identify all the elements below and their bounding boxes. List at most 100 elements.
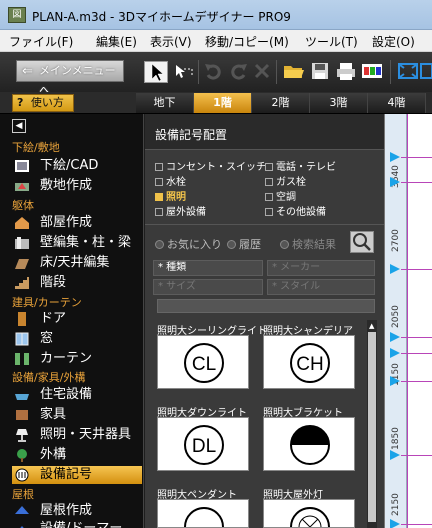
zoom-icon[interactable] xyxy=(420,61,432,83)
sidebar-item-floor-ceiling[interactable]: 床/天井編集 xyxy=(12,254,142,272)
select-pointer-icon[interactable] xyxy=(144,61,168,83)
room-icon xyxy=(14,216,30,230)
floor-tab-3f[interactable]: 3階 xyxy=(310,93,368,113)
site-icon xyxy=(14,179,30,193)
category-other[interactable]: その他設備 xyxy=(265,203,326,218)
floor-tab-basement[interactable]: 地下 xyxy=(136,93,194,113)
ruler-tick: 1850 xyxy=(391,427,401,450)
sidebar-item-roof[interactable]: 屋根作成 xyxy=(12,502,142,520)
sidebar-item-stairs[interactable]: 階段 xyxy=(12,274,142,292)
cad-icon xyxy=(14,159,30,173)
sidebar-item-housing-equipment[interactable]: 住宅設備 xyxy=(12,386,142,404)
sidebar-item-curtain[interactable]: カーテン xyxy=(12,350,142,368)
guide-line xyxy=(401,182,432,183)
main-menu-button[interactable]: ⇐ メインメニューへ xyxy=(16,60,124,97)
open-folder-icon[interactable] xyxy=(282,61,306,83)
panel-title: 設備記号配置 xyxy=(155,128,228,142)
category-lighting[interactable]: 照明 xyxy=(155,188,186,203)
undo-icon[interactable] xyxy=(202,61,226,83)
category-phone-tv[interactable]: 電話・テレビ xyxy=(265,158,336,173)
source-history[interactable]: 履歴 xyxy=(227,236,261,252)
menu-view[interactable]: 表示(V) xyxy=(150,33,192,50)
sidebar-item-room[interactable]: 部屋作成 xyxy=(12,214,142,232)
keyword-bar[interactable] xyxy=(157,299,375,313)
ruler-marker-icon[interactable] xyxy=(390,450,400,460)
category-underlay: 下絵/敷地 xyxy=(12,141,60,154)
category-aircon[interactable]: 空調 xyxy=(265,188,296,203)
print-icon[interactable] xyxy=(334,61,358,83)
furniture-icon xyxy=(14,408,30,422)
search-icon[interactable] xyxy=(350,231,374,253)
sidebar-item-site[interactable]: 敷地作成 xyxy=(12,177,142,195)
menu-tools[interactable]: ツール(T) xyxy=(305,33,358,50)
sidebar-item-dormer[interactable]: 設備/ドーマー xyxy=(12,520,142,528)
floor-bar: ? 使い方 地下 1階 2階 3階 4階 xyxy=(0,92,432,114)
panel-header: 設備記号配置 xyxy=(145,114,384,150)
back-arrow-icon: ⇐ xyxy=(22,64,33,79)
plan-canvas[interactable]: 3640 2700 2050 1150 1850 2150 xyxy=(384,114,432,528)
guide-line xyxy=(401,524,432,525)
multi-select-icon[interactable] xyxy=(172,61,196,83)
tile-outdoor-light[interactable] xyxy=(263,499,355,528)
floor-icon xyxy=(14,256,30,270)
sidebar-item-wall[interactable]: 壁編集・柱・梁 xyxy=(12,234,142,252)
sidebar-item-label: 外構 xyxy=(40,447,67,462)
tile-ceiling-light[interactable]: CL xyxy=(157,335,249,389)
save-icon[interactable] xyxy=(308,61,332,83)
category-faucet[interactable]: 水栓 xyxy=(155,173,186,188)
app-icon: 図 xyxy=(8,7,26,23)
ruler-marker-icon[interactable] xyxy=(390,177,400,187)
ruler-marker-icon[interactable] xyxy=(390,264,400,274)
source-favorites[interactable]: お気に入り xyxy=(155,236,222,252)
sidebar-item-label: 部屋作成 xyxy=(40,215,93,230)
sidebar-item-underlay-cad[interactable]: 下絵/CAD xyxy=(12,157,142,175)
collapse-sidebar-icon[interactable]: ◀ xyxy=(12,119,26,133)
sidebar-item-furniture[interactable]: 家具 xyxy=(12,406,142,424)
menu-settings[interactable]: 設定(O) xyxy=(372,33,415,50)
ruler-marker-icon[interactable] xyxy=(390,519,400,528)
ruler-marker-icon[interactable] xyxy=(390,376,400,386)
floor-tab-2f[interactable]: 2階 xyxy=(252,93,310,113)
ruler-marker-icon[interactable] xyxy=(390,348,400,358)
ruler-marker-icon[interactable] xyxy=(390,332,400,342)
tile-downlight[interactable]: DL xyxy=(157,417,249,471)
filter-style-select[interactable]: * スタイル xyxy=(267,279,375,295)
floor-tab-4f[interactable]: 4階 xyxy=(368,93,426,113)
sidebar-item-lighting[interactable]: 照明・天井器具 xyxy=(12,426,142,444)
help-button[interactable]: ? 使い方 xyxy=(12,94,74,112)
menu-file[interactable]: ファイル(F) xyxy=(9,33,73,50)
dormer-icon xyxy=(14,522,30,528)
ruler-marker-icon[interactable] xyxy=(390,152,400,162)
tile-bracket[interactable] xyxy=(263,417,355,471)
ruler-tick: 2150 xyxy=(391,493,401,516)
tile-chandelier[interactable]: CH xyxy=(263,335,355,389)
panel-scrollbar[interactable]: ▲ xyxy=(367,320,377,528)
delete-icon[interactable] xyxy=(250,61,274,83)
sidebar-item-exterior[interactable]: 外構 xyxy=(12,446,142,464)
symbol-panel: 設備記号配置 コンセント・スイッチ 電話・テレビ 水栓 ガス栓 照明 空調 屋外… xyxy=(145,114,384,528)
category-outlet-switch[interactable]: コンセント・スイッチ xyxy=(155,158,266,173)
source-search-results[interactable]: 検索結果 xyxy=(280,236,336,252)
sidebar-item-label: 壁編集・柱・梁 xyxy=(40,235,132,250)
filter-size-select[interactable]: * サイズ xyxy=(153,279,263,295)
lamp-icon xyxy=(14,428,30,442)
menu-move-copy[interactable]: 移動/コピー(M) xyxy=(205,33,289,50)
category-gas[interactable]: ガス栓 xyxy=(265,173,306,188)
sidebar-item-door[interactable]: ドア xyxy=(12,310,142,328)
scroll-thumb[interactable] xyxy=(368,332,376,522)
sidebar-item-window[interactable]: 窓 xyxy=(12,330,142,348)
floor-tab-1f[interactable]: 1階 xyxy=(194,93,252,113)
export-pbd-icon[interactable] xyxy=(360,61,384,83)
fit-view-icon[interactable] xyxy=(396,61,420,83)
scroll-up-icon[interactable]: ▲ xyxy=(369,322,374,330)
category-outdoor[interactable]: 屋外設備 xyxy=(155,203,206,218)
sidebar-item-equipment-symbols[interactable]: 設備記号 xyxy=(12,466,142,484)
svg-text:CL: CL xyxy=(192,354,216,375)
window-icon xyxy=(14,332,30,346)
tile-pendant[interactable] xyxy=(157,499,249,528)
menu-edit[interactable]: 編集(E) xyxy=(96,33,137,50)
filter-maker-select[interactable]: * メーカー xyxy=(267,260,375,276)
filter-type-select[interactable]: * 種類 xyxy=(153,260,263,276)
redo-icon[interactable] xyxy=(226,61,250,83)
sidebar-item-label: 家具 xyxy=(40,407,67,422)
